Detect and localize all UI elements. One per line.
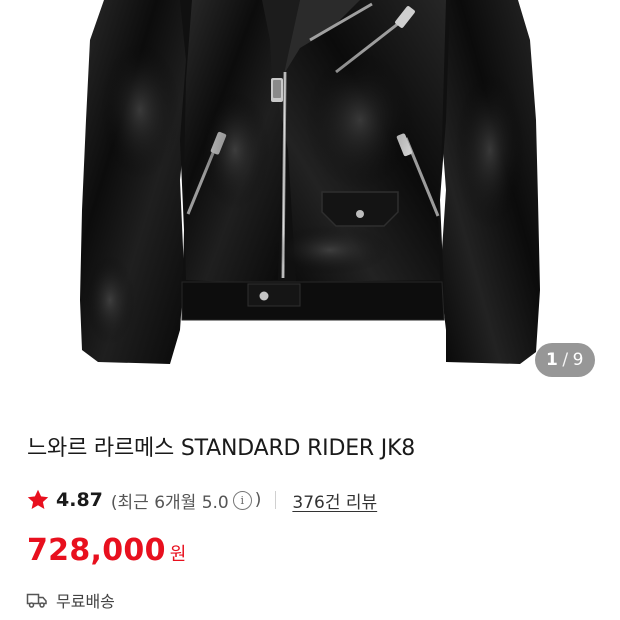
recent-rating-text: (최근 6개월 5.0 [110,492,229,513]
image-page-indicator: 1 / 9 [535,343,595,377]
total-pages: 9 [572,350,584,370]
page-separator: / [562,350,569,370]
jacket-image [80,0,540,364]
current-page: 1 [546,350,559,370]
review-count-link[interactable]: 376건 리뷰 [292,488,377,513]
currency-unit: 원 [169,544,187,565]
truck-icon [26,591,48,609]
shipping-label: 무료배송 [56,592,115,611]
recent-rating: (최근 6개월 5.0 i ) [111,488,262,513]
shipping-row: 무료배송 [26,588,115,612]
info-icon[interactable]: i [232,490,252,510]
star-icon [26,488,50,512]
divider [275,491,277,509]
product-image-gallery[interactable]: 1 / 9 [0,0,620,395]
product-title: 느와르 라르메스 STANDARD RIDER JK8 [27,436,416,461]
rating-row: 4.87 (최근 6개월 5.0 i ) 376건 리뷰 [26,485,377,515]
price-row: 728,000 원 [27,533,186,568]
rating-score: 4.87 [56,489,103,511]
recent-rating-close: ) [254,490,262,510]
price: 728,000 [27,533,166,568]
